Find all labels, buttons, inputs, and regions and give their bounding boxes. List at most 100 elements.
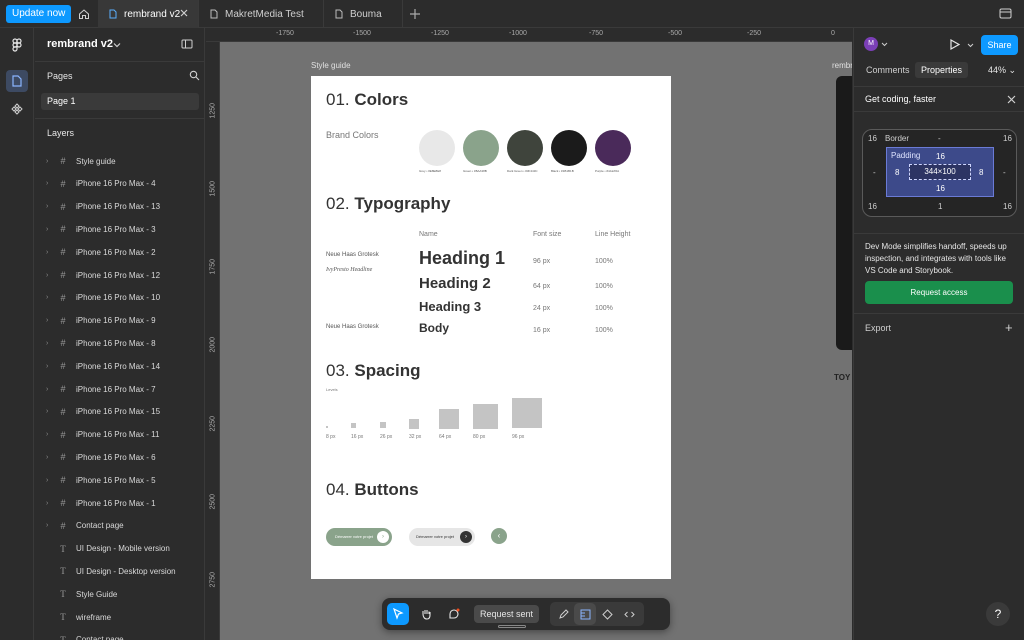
search-icon[interactable]	[189, 70, 200, 81]
annotate-button[interactable]	[552, 603, 574, 625]
code-button[interactable]	[618, 603, 640, 625]
chevron-down-icon[interactable]	[967, 42, 974, 49]
panel-icon[interactable]	[999, 7, 1012, 20]
layer-item[interactable]: T Contact page	[35, 630, 204, 640]
request-access-button[interactable]: Request access	[865, 281, 1013, 304]
expand-arrow-icon[interactable]: ›	[46, 317, 54, 324]
layer-item[interactable]: › # iPhone 16 Pro Max - 8	[35, 333, 204, 353]
expand-arrow-icon[interactable]: ›	[46, 340, 54, 347]
margin-right: -	[1003, 168, 1006, 177]
new-tab-icon[interactable]	[408, 7, 422, 21]
sidebar-toggle-icon[interactable]	[181, 38, 193, 50]
layer-item[interactable]: T Style Guide	[35, 584, 204, 604]
layer-item[interactable]: › # iPhone 16 Pro Max - 13	[35, 197, 204, 217]
expand-arrow-icon[interactable]: ›	[46, 408, 54, 415]
comment-tool-button[interactable]	[443, 603, 465, 625]
add-export-icon[interactable]: +	[1005, 320, 1013, 335]
frame-label[interactable]: Style guide	[311, 61, 351, 70]
expand-arrow-icon[interactable]: ›	[46, 477, 54, 484]
ruler-mark: 1250	[209, 102, 217, 119]
home-button[interactable]	[72, 0, 96, 28]
layer-item[interactable]: › # iPhone 16 Pro Max - 3	[35, 219, 204, 239]
close-icon[interactable]	[178, 7, 190, 19]
chevron-down-icon[interactable]	[113, 41, 121, 49]
layer-item[interactable]: › # Contact page	[35, 516, 204, 536]
tab-bouma[interactable]: Bouma	[324, 0, 403, 28]
expand-arrow-icon[interactable]: ›	[46, 386, 54, 393]
share-button[interactable]: Share	[981, 35, 1018, 55]
expand-arrow-icon[interactable]: ›	[46, 272, 54, 279]
layer-item[interactable]: › # Style guide	[35, 151, 204, 171]
expand-arrow-icon[interactable]: ›	[46, 249, 54, 256]
radius-value: 16	[868, 134, 877, 143]
components-button[interactable]	[596, 603, 618, 625]
left-rail	[0, 28, 34, 640]
play-icon[interactable]	[948, 38, 961, 51]
layer-label: UI Design - Mobile version	[76, 544, 170, 554]
expand-arrow-icon[interactable]: ›	[46, 363, 54, 370]
expand-arrow-icon[interactable]: ›	[46, 500, 54, 507]
style-guide-frame[interactable]: 01. Colors Brand Colors Grey • #E8E8E8 Gr…	[311, 76, 671, 579]
column-header-line-height: Line Height	[595, 231, 631, 238]
page-item-page-1[interactable]: Page 1	[41, 93, 199, 110]
expand-arrow-icon[interactable]: ›	[46, 522, 54, 529]
type-sample: Heading 2	[419, 275, 491, 292]
layer-item[interactable]: T UI Design - Mobile version	[35, 539, 204, 559]
radius-value: 16	[1003, 134, 1012, 143]
layer-item[interactable]: › # iPhone 16 Pro Max - 14	[35, 356, 204, 376]
layer-item[interactable]: › # iPhone 16 Pro Max - 5	[35, 470, 204, 490]
layer-item[interactable]: › # iPhone 16 Pro Max - 6	[35, 447, 204, 467]
component-icon	[601, 608, 613, 620]
request-sent-status: Request sent	[474, 605, 540, 623]
layer-item[interactable]: › # iPhone 16 Pro Max - 7	[35, 379, 204, 399]
avatar[interactable]: M	[864, 37, 878, 51]
tab-properties[interactable]: Properties	[915, 62, 969, 78]
update-now-button[interactable]: Update now	[6, 5, 72, 23]
close-icon[interactable]	[1006, 94, 1017, 105]
tab-makretmedia-test[interactable]: MakretMedia Test	[199, 0, 324, 28]
hand-tool-button[interactable]	[415, 603, 437, 625]
assets-button[interactable]	[6, 98, 28, 120]
layer-item[interactable]: T UI Design - Desktop version	[35, 561, 204, 581]
expand-arrow-icon[interactable]: ›	[46, 180, 54, 187]
layer-item[interactable]: › # iPhone 16 Pro Max - 1	[35, 493, 204, 513]
layer-item[interactable]: › # iPhone 16 Pro Max - 10	[35, 288, 204, 308]
expand-arrow-icon[interactable]: ›	[46, 294, 54, 301]
frame-label[interactable]: rembr	[832, 61, 852, 70]
layer-label: Contact page	[76, 635, 124, 640]
arrow-icon: ›	[377, 531, 389, 543]
expand-arrow-icon[interactable]: ›	[46, 454, 54, 461]
chevron-down-icon[interactable]	[881, 41, 888, 48]
layer-label: iPhone 16 Pro Max - 3	[76, 224, 156, 234]
layer-item[interactable]: › # iPhone 16 Pro Max - 11	[35, 425, 204, 445]
rembrand-frame[interactable]	[836, 76, 852, 350]
tab-rembrand-v2[interactable]: rembrand v2	[98, 0, 199, 28]
frame-icon: #	[60, 406, 66, 417]
zoom-level[interactable]: 44% ⌄	[988, 65, 1016, 76]
expand-arrow-icon[interactable]: ›	[46, 158, 54, 165]
layer-item[interactable]: › # iPhone 16 Pro Max - 4	[35, 174, 204, 194]
project-name[interactable]: rembrand v2	[47, 38, 113, 50]
measure-button[interactable]	[574, 603, 596, 625]
layer-item[interactable]: › # iPhone 16 Pro Max - 12	[35, 265, 204, 285]
help-button[interactable]: ?	[986, 602, 1010, 626]
file-panel-button[interactable]	[6, 70, 28, 92]
layer-item[interactable]: Twireframe	[35, 607, 204, 627]
padding-box: Padding 16 8 8 16 344×100	[886, 147, 994, 197]
top-bar: Update now rembrand v2 MakretMedia Test …	[0, 0, 1024, 28]
expand-arrow-icon[interactable]: ›	[46, 431, 54, 438]
move-tool-button[interactable]	[387, 603, 409, 625]
figma-menu-button[interactable]	[6, 34, 28, 56]
expand-arrow-icon[interactable]: ›	[46, 203, 54, 210]
layer-item[interactable]: › # iPhone 16 Pro Max - 9	[35, 311, 204, 331]
toolbar-handle[interactable]	[498, 625, 526, 628]
layer-item[interactable]: › # iPhone 16 Pro Max - 2	[35, 242, 204, 262]
tab-comments[interactable]: Comments	[860, 62, 916, 78]
swatch-caption: Purple • #4A2A5A	[595, 169, 620, 173]
layer-item[interactable]: › # iPhone 16 Pro Max - 15	[35, 402, 204, 422]
tab-label: Bouma	[350, 8, 382, 20]
text-layer-icon: T	[60, 543, 66, 554]
expand-arrow-icon[interactable]: ›	[46, 226, 54, 233]
canvas[interactable]: -1750 -1500 -1250 -1000 -750 -500 -250 0…	[206, 28, 852, 640]
layer-label: iPhone 16 Pro Max - 2	[76, 247, 156, 257]
